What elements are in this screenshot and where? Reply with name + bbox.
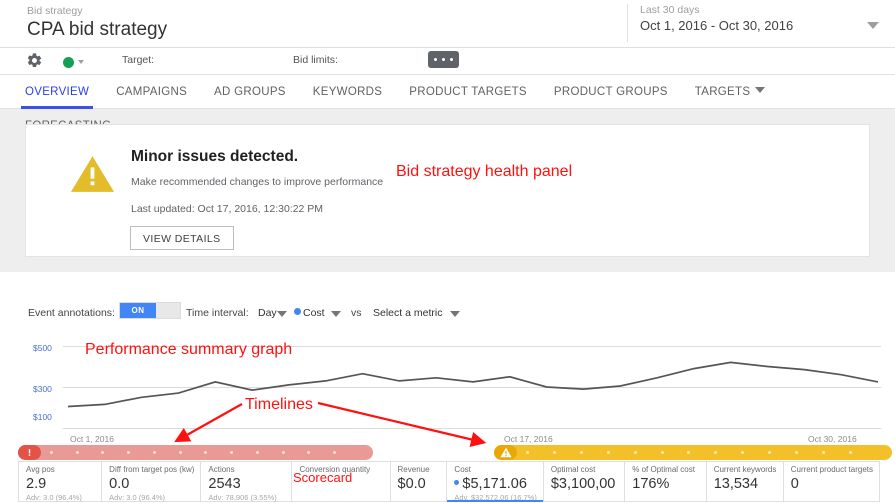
scorecard-metric-value: 176% bbox=[632, 476, 670, 492]
timeline-tick bbox=[768, 451, 772, 454]
timeline-tick bbox=[101, 451, 105, 454]
timeline-tick bbox=[333, 451, 337, 454]
scorecard-metric-value: 0 bbox=[790, 476, 799, 492]
scorecard-metric-current-product-targets[interactable]: Current product targets 0 bbox=[783, 462, 879, 501]
warning-timeline-bar[interactable] bbox=[494, 445, 892, 460]
timeline-tick bbox=[281, 451, 285, 454]
timeline-tick bbox=[741, 451, 745, 454]
timeline-tick bbox=[307, 451, 311, 454]
scorecard-metric-value: 0.0 bbox=[109, 476, 130, 492]
annotation-scorecard: Scorecard bbox=[293, 470, 353, 485]
scorecard-metric-label: Avg pos bbox=[26, 465, 55, 474]
scorecard-metric-subvalue: Adv: 3.0 (96.4%) bbox=[109, 493, 166, 502]
timeline-tick bbox=[660, 451, 664, 454]
scorecard-metric-diff-from-target-pos-kw[interactable]: Diff from target pos (kw) 0.0 Adv: 3.0 (96… bbox=[102, 462, 202, 502]
scorecard-metric-label: Current keywords bbox=[713, 465, 777, 474]
scorecard-metric-current-keywords[interactable]: Current keywords 13,534 bbox=[706, 462, 784, 501]
scorecard-metric-value: 2543 bbox=[208, 476, 241, 492]
scorecard-metric-label: Optimal cost bbox=[550, 465, 596, 474]
scorecard-metric-label: Actions bbox=[208, 465, 235, 474]
timeline-tick bbox=[552, 451, 556, 454]
scorecard-metric-avg-pos[interactable]: Avg pos 2.9 Adv: 3.0 (96.4%) bbox=[19, 462, 103, 502]
scorecard-metric-value: 2.9 bbox=[26, 476, 47, 492]
timeline-tick bbox=[606, 451, 610, 454]
timeline-tick bbox=[230, 451, 234, 454]
timeline-tick bbox=[579, 451, 583, 454]
annotation-arrows bbox=[174, 401, 487, 447]
scorecard-metric-revenue[interactable]: Revenue $0.0 bbox=[390, 462, 448, 501]
timeline-tick bbox=[152, 451, 156, 454]
timeline-tick bbox=[255, 451, 259, 454]
scorecard-metric-value: $5,171.06 bbox=[454, 475, 536, 493]
timeline-tick bbox=[795, 451, 799, 454]
scorecard-metric-subvalue: Adv. $32,572.06 (16.7%) bbox=[454, 493, 537, 502]
exclamation-circle-icon[interactable] bbox=[18, 445, 41, 460]
timeline-tick bbox=[49, 451, 53, 454]
scorecard-metric--of-optimal-cost[interactable]: % of Optimal cost 176% bbox=[625, 462, 707, 501]
scorecard-metric-value: $3,100,00 bbox=[550, 476, 616, 492]
scorecard-selected-dot bbox=[454, 480, 460, 485]
scorecard-metric-label: Current product targets bbox=[790, 465, 873, 474]
timeline-tick bbox=[822, 451, 826, 454]
scorecard-metric-optimal-cost[interactable]: Optimal cost $3,100,00 bbox=[543, 462, 626, 501]
metrics-scorecard: Avg pos 2.9 Adv: 3.0 (96.4%) Diff from targ… bbox=[18, 461, 880, 502]
scorecard-metric-cost[interactable]: Cost $5,171.06 Adv. $32,572.06 (16.7%) bbox=[447, 462, 544, 502]
timeline-tick bbox=[849, 451, 853, 454]
scorecard-metric-label: Revenue bbox=[397, 465, 430, 474]
timeline-tick bbox=[525, 451, 529, 454]
scorecard-metric-label: Diff from target pos (kw) bbox=[109, 465, 195, 474]
scorecard-metric-actions[interactable]: Actions 2543 Adv: 78,906 (3.55%) bbox=[201, 462, 293, 502]
scorecard-metric-value: 13,534 bbox=[713, 476, 759, 492]
timeline-tick bbox=[714, 451, 718, 454]
timeline-tick bbox=[75, 451, 79, 454]
timeline-tick bbox=[633, 451, 637, 454]
scorecard-metric-value: $0.0 bbox=[397, 476, 426, 492]
issue-timeline-bar[interactable] bbox=[18, 445, 373, 460]
scorecard-metric-subvalue: Adv: 78,906 (3.55%) bbox=[208, 493, 277, 502]
timeline-tick bbox=[127, 451, 131, 454]
timeline-tick bbox=[178, 451, 182, 454]
timeline-tick bbox=[687, 451, 691, 454]
scorecard-metric-subvalue: Adv: 3.0 (96.4%) bbox=[26, 493, 82, 502]
scorecard-metric-label: % of Optimal cost bbox=[632, 465, 695, 474]
scorecard-metric-label: Cost bbox=[454, 465, 471, 474]
timeline-tick bbox=[204, 451, 208, 454]
warning-triangle-small-icon[interactable] bbox=[494, 445, 517, 460]
